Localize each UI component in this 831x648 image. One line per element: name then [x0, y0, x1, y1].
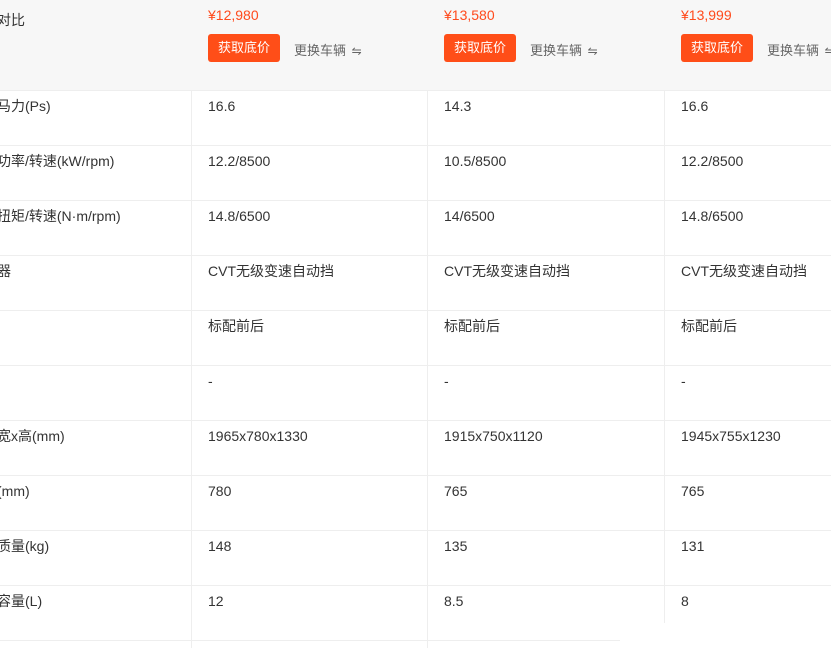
change-vehicle-link[interactable]: 更换车辆 ⇋ — [767, 40, 831, 59]
spec-label: 功率/转速(kW/rpm) — [0, 153, 115, 169]
table-row: 扭矩/转速(N·m/rpm) 14.8/6500 14/6500 14.8/65… — [0, 200, 831, 256]
spec-label: 容量(L) — [0, 593, 43, 609]
change-vehicle-label: 更换车辆 — [767, 43, 820, 58]
price: ¥13,580 — [444, 7, 495, 23]
spec-value: 标配前后 — [208, 318, 264, 334]
table-row: 器 CVT无级变速自动挡 CVT无级变速自动挡 CVT无级变速自动挡 — [0, 255, 831, 311]
spec-value: 148 — [208, 538, 232, 554]
change-vehicle-link[interactable]: 更换车辆 ⇋ — [294, 40, 362, 59]
table-row: 宽x高(mm) 1965x780x1330 1915x750x1120 1945… — [0, 420, 831, 476]
table-row: 功率/转速(kW/rpm) 12.2/8500 10.5/8500 12.2/8… — [0, 145, 831, 201]
spec-value: 14.8/6500 — [681, 208, 744, 224]
spec-value: 12 — [208, 593, 224, 609]
spec-value: CVT无级变速自动挡 — [681, 263, 807, 279]
spec-value: - — [444, 373, 449, 389]
spec-value: 标配前后 — [681, 318, 737, 334]
spec-value: 1965x780x1330 — [208, 428, 308, 444]
spec-value: - — [681, 373, 686, 389]
spec-value: 765 — [444, 483, 468, 499]
spec-label: 宽x高(mm) — [0, 428, 65, 444]
spec-value: 16.6 — [681, 98, 709, 114]
spec-value: 765 — [681, 483, 705, 499]
spec-value: 8 — [681, 593, 689, 609]
table-row: 质量(kg) 148 135 131 — [0, 530, 831, 586]
get-lowest-price-button[interactable]: 获取底价 — [681, 34, 754, 62]
spec-value: 12.2/8500 — [681, 153, 744, 169]
swap-icon: ⇋ — [587, 44, 598, 58]
spec-label: 质量(kg) — [0, 538, 50, 554]
spec-value: 12.2/8500 — [208, 153, 271, 169]
get-lowest-price-button[interactable]: 获取底价 — [444, 34, 517, 62]
spec-label: (mm) — [0, 483, 30, 499]
spec-value: 131 — [681, 538, 705, 554]
swap-icon: ⇋ — [351, 44, 362, 58]
spec-label: 马力(Ps) — [0, 98, 51, 114]
spec-value: 标配前后 — [444, 318, 500, 334]
table-row: 容量(L) 12 8.5 8 — [0, 585, 689, 641]
spec-value: 1945x755x1230 — [681, 428, 781, 444]
spec-value: 8.5 — [444, 593, 464, 609]
comparison-header: 对比 ¥12,980 获取底价 更换车辆 ⇋ ¥13,580 获取底价 更换车辆… — [0, 0, 831, 91]
spec-value: 780 — [208, 483, 232, 499]
spec-value: 14.3 — [444, 98, 472, 114]
spec-label: 扭矩/转速(N·m/rpm) — [0, 208, 121, 224]
get-lowest-price-button[interactable]: 获取底价 — [208, 34, 281, 62]
header-title: 对比 — [0, 12, 25, 28]
header-label-cell: 对比 — [0, 0, 191, 90]
change-vehicle-label: 更换车辆 — [530, 43, 583, 58]
table-row: 马力(Ps) 16.6 14.3 16.6 — [0, 90, 831, 146]
header-column-2: ¥13,580 获取底价 更换车辆 ⇋ — [427, 0, 664, 90]
spec-value: CVT无级变速自动挡 — [444, 263, 570, 279]
spec-value: 14/6500 — [444, 208, 495, 224]
change-vehicle-label: 更换车辆 — [294, 43, 347, 58]
spec-value: 10.5/8500 — [444, 153, 507, 169]
spec-value: 16.6 — [208, 98, 236, 114]
price: ¥13,999 — [681, 7, 732, 23]
spec-value: 14.8/6500 — [208, 208, 271, 224]
change-vehicle-link[interactable]: 更换车辆 ⇋ — [530, 40, 598, 59]
spec-label: 器 — [0, 263, 11, 279]
table-row: (mm) 780 765 765 — [0, 475, 831, 531]
table-row: 标配前后 标配前后 标配前后 — [0, 310, 831, 366]
table-row: - - - — [0, 365, 831, 421]
header-column-1: ¥12,980 获取底价 更换车辆 ⇋ — [191, 0, 427, 90]
price: ¥12,980 — [208, 7, 259, 23]
spec-value: - — [208, 373, 213, 389]
header-column-3: ¥13,999 获取底价 更换车辆 ⇋ — [664, 0, 831, 90]
spec-value: CVT无级变速自动挡 — [208, 263, 334, 279]
swap-icon: ⇋ — [824, 44, 831, 58]
spec-value: 135 — [444, 538, 468, 554]
spec-value: 1915x750x1120 — [444, 428, 543, 444]
